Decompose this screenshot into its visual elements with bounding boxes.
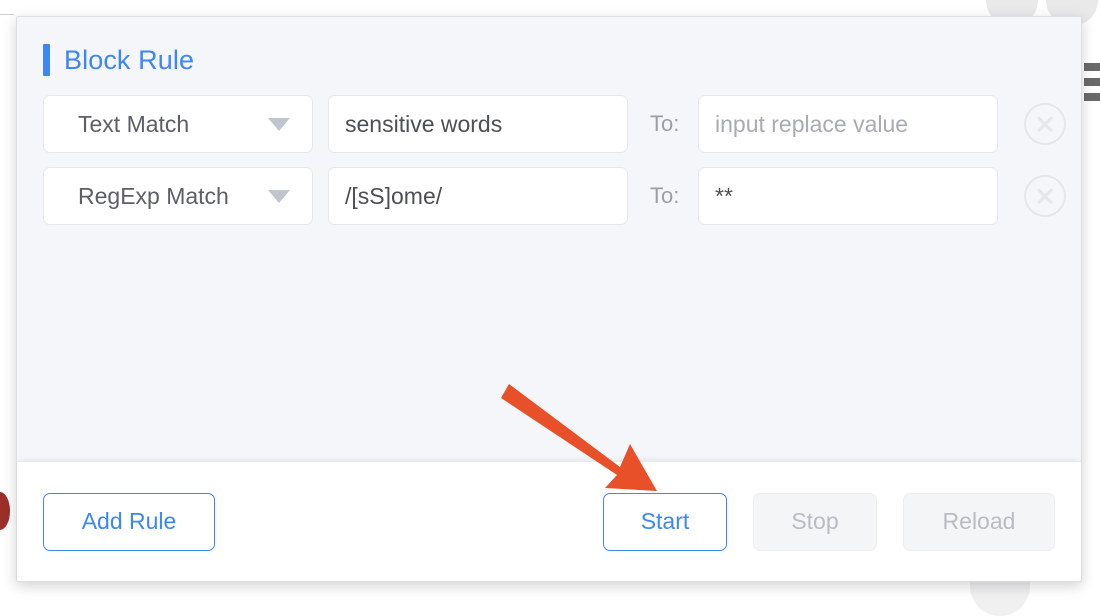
to-label-1: To: xyxy=(650,183,680,208)
table-row: Text Match To: xyxy=(17,95,1081,153)
start-button[interactable]: Start xyxy=(603,492,727,551)
match-type-select-0[interactable]: Text Match xyxy=(43,95,313,153)
match-type-label-0: Text Match xyxy=(78,110,190,137)
background-divider xyxy=(0,14,14,15)
footer-actions: Start Stop Reload xyxy=(603,492,1055,551)
page-title: Block Rule xyxy=(64,45,195,75)
accent-bar xyxy=(43,44,50,76)
replace-value-input-0[interactable] xyxy=(698,95,998,153)
panel-header: Block Rule xyxy=(43,43,1081,77)
panel-footer: Add Rule Start Stop Reload xyxy=(17,461,1081,581)
to-label-0: To: xyxy=(650,111,680,136)
rule-list: Text Match To: RegExp Match To: xyxy=(17,95,1081,225)
chevron-down-icon xyxy=(268,189,290,203)
block-rule-panel: Block Rule Text Match To: RegExp Match xyxy=(16,16,1082,582)
match-pattern-input-1[interactable] xyxy=(328,167,628,225)
replace-value-input-1[interactable] xyxy=(698,167,998,225)
chevron-down-icon xyxy=(268,117,290,131)
table-row: RegExp Match To: xyxy=(17,167,1081,225)
match-pattern-input-0[interactable] xyxy=(328,95,628,153)
match-type-label-1: RegExp Match xyxy=(78,182,229,209)
menu-bar-1 xyxy=(1084,63,1100,71)
menu-bar-2 xyxy=(1084,78,1100,86)
stop-button: Stop xyxy=(753,492,877,551)
add-rule-button[interactable]: Add Rule xyxy=(43,492,215,551)
match-type-select-1[interactable]: RegExp Match xyxy=(43,167,313,225)
panel-body: Block Rule Text Match To: RegExp Match xyxy=(17,17,1081,491)
remove-rule-button-0[interactable] xyxy=(1024,103,1066,145)
hamburger-menu-icon[interactable] xyxy=(1084,63,1100,101)
menu-bar-3 xyxy=(1084,93,1100,101)
reload-button: Reload xyxy=(903,492,1055,551)
remove-rule-button-1[interactable] xyxy=(1024,175,1066,217)
